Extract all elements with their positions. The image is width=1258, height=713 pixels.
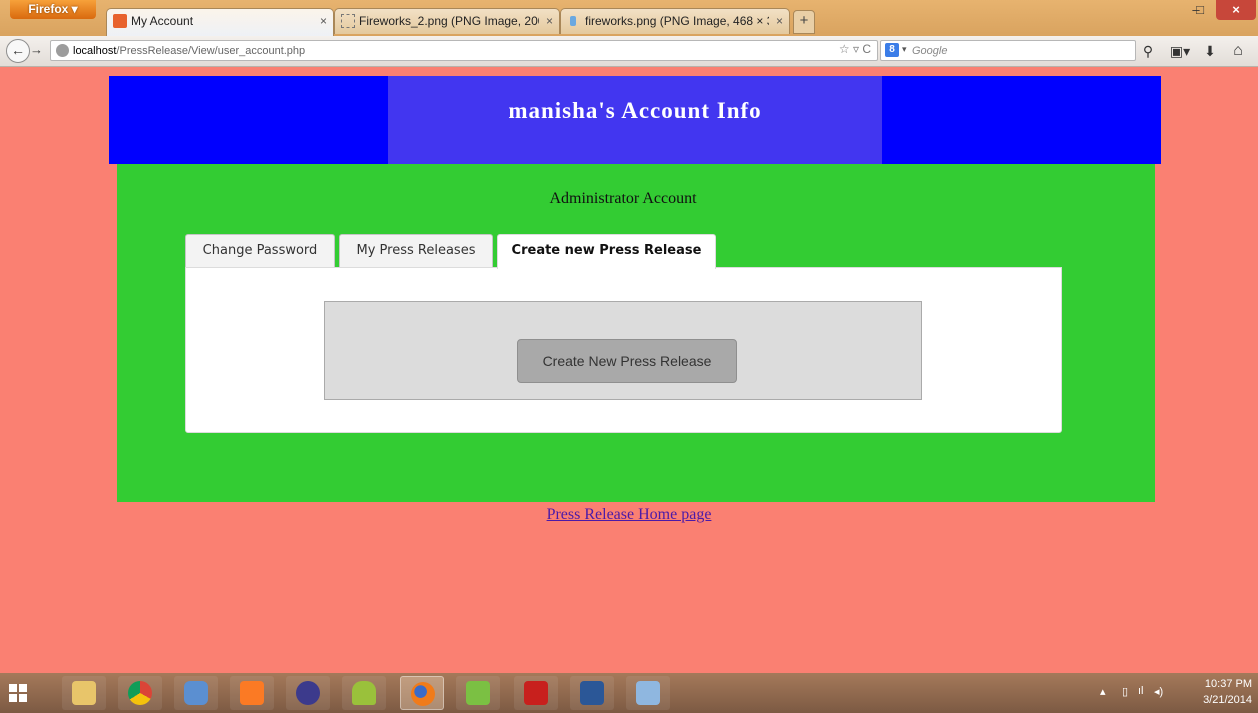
image-icon — [570, 16, 576, 26]
page-header: manisha's Account Info — [109, 76, 1161, 164]
chevron-up-icon[interactable]: ▴ — [1100, 685, 1106, 698]
google-icon[interactable]: 8 — [885, 43, 899, 57]
close-window-button[interactable]: × — [1216, 0, 1256, 20]
acrobat-shape — [524, 681, 548, 705]
tab-create-press-release[interactable]: Create new Press Release — [497, 234, 716, 269]
folder-shape — [72, 681, 96, 705]
image-icon — [341, 14, 355, 28]
app-shape — [636, 681, 660, 705]
volume-icon[interactable]: ◂) — [1154, 685, 1163, 698]
account-tabs: Change Password My Press Releases Create… — [185, 234, 1062, 434]
chrome-shape — [128, 681, 152, 705]
eclipse-shape — [296, 681, 320, 705]
firefox-menu-label: Firefox — [28, 2, 69, 16]
bookmarks-icon[interactable]: ▣▾ — [1166, 42, 1194, 60]
bookmark-reload-icons[interactable]: ☆ ▿ C — [839, 42, 871, 56]
android-shape — [352, 681, 376, 705]
notepad-shape — [466, 681, 490, 705]
home-icon[interactable]: ⌂ — [1228, 42, 1248, 60]
browser-tab-fireworks[interactable]: fireworks.png (PNG Image, 468 × 386 ... … — [560, 8, 790, 34]
browser-titlebar: Firefox ▾ My Account × Fireworks_2.png (… — [0, 0, 1258, 36]
search-placeholder: Google — [912, 45, 948, 57]
xampp-shape — [240, 681, 264, 705]
clock-time[interactable]: 10:37 PM — [1205, 678, 1252, 690]
url-path: /PressRelease/View/user_account.php — [116, 45, 306, 57]
acrobat-icon[interactable] — [514, 676, 558, 710]
virtualbox-icon[interactable] — [174, 676, 218, 710]
firefox-shape — [411, 682, 435, 706]
tab-close-icon[interactable]: × — [776, 9, 783, 33]
chevron-down-icon[interactable]: ▾ — [902, 44, 907, 55]
file-explorer-icon[interactable] — [62, 676, 106, 710]
tab-panel: Create New Press Release — [185, 267, 1062, 433]
globe-icon — [56, 44, 69, 57]
chrome-icon[interactable] — [118, 676, 162, 710]
signal-icon[interactable]: ıl — [1138, 685, 1144, 697]
tab-change-password[interactable]: Change Password — [185, 234, 335, 268]
eclipse-icon[interactable] — [286, 676, 330, 710]
firefox-icon[interactable] — [400, 676, 444, 710]
forward-button[interactable]: → — [30, 42, 48, 58]
search-go-icon[interactable]: ⚲ — [1138, 42, 1158, 60]
xampp-icon[interactable] — [230, 676, 274, 710]
address-bar[interactable]: localhost/PressRelease/View/user_account… — [50, 40, 878, 61]
header-title-box: manisha's Account Info — [388, 76, 882, 164]
url-text: localhost/PressRelease/View/user_account… — [73, 43, 305, 59]
download-icon[interactable]: ⬇ — [1200, 42, 1220, 60]
create-new-press-release-button[interactable]: Create New Press Release — [517, 339, 737, 383]
xampp-icon — [113, 14, 127, 28]
new-tab-button[interactable]: + — [793, 10, 815, 34]
app-icon[interactable] — [626, 676, 670, 710]
notepad-icon[interactable] — [456, 676, 500, 710]
word-shape — [580, 681, 604, 705]
windows-taskbar: ▴ ▯ ıl ◂) 10:37 PM 3/21/2014 — [0, 673, 1258, 713]
tab-title: Fireworks_2.png (PNG Image, 2000 × ... — [359, 14, 539, 28]
account-type-label: Administrator Account — [549, 190, 697, 207]
tab-title: fireworks.png (PNG Image, 468 × 386 ... — [585, 14, 769, 28]
tab-title: My Account — [131, 14, 194, 28]
tab-my-press-releases[interactable]: My Press Releases — [339, 234, 493, 268]
browser-tab-fireworks-2[interactable]: Fireworks_2.png (PNG Image, 2000 × ... × — [334, 8, 560, 34]
tab-close-icon[interactable]: × — [546, 9, 553, 33]
account-panel: Administrator Account Change Password My… — [117, 164, 1155, 502]
word-icon[interactable] — [570, 676, 614, 710]
home-page-link[interactable]: Press Release Home page — [0, 506, 1258, 524]
android-emulator-icon[interactable] — [342, 676, 386, 710]
firefox-menu-button[interactable]: Firefox ▾ — [10, 0, 96, 19]
navigation-toolbar: ← → localhost/PressRelease/View/user_acc… — [0, 36, 1258, 67]
clock-date[interactable]: 3/21/2014 — [1203, 694, 1252, 706]
start-icon[interactable] — [9, 684, 27, 702]
page-title: manisha's Account Info — [508, 98, 762, 123]
url-host: localhost — [73, 45, 117, 57]
search-bar[interactable]: 8 ▾ Google — [880, 40, 1136, 61]
maximize-button[interactable]: □ — [1186, 0, 1214, 20]
back-button[interactable]: ← — [6, 39, 30, 63]
battery-icon[interactable]: ▯ — [1122, 685, 1128, 698]
browser-tab-my-account[interactable]: My Account × — [106, 8, 334, 36]
cube-shape — [184, 681, 208, 705]
tab-close-icon[interactable]: × — [320, 9, 327, 33]
create-release-box: Create New Press Release — [324, 301, 922, 400]
system-tray: ▴ ▯ ıl ◂) 10:37 PM 3/21/2014 — [1094, 673, 1254, 713]
